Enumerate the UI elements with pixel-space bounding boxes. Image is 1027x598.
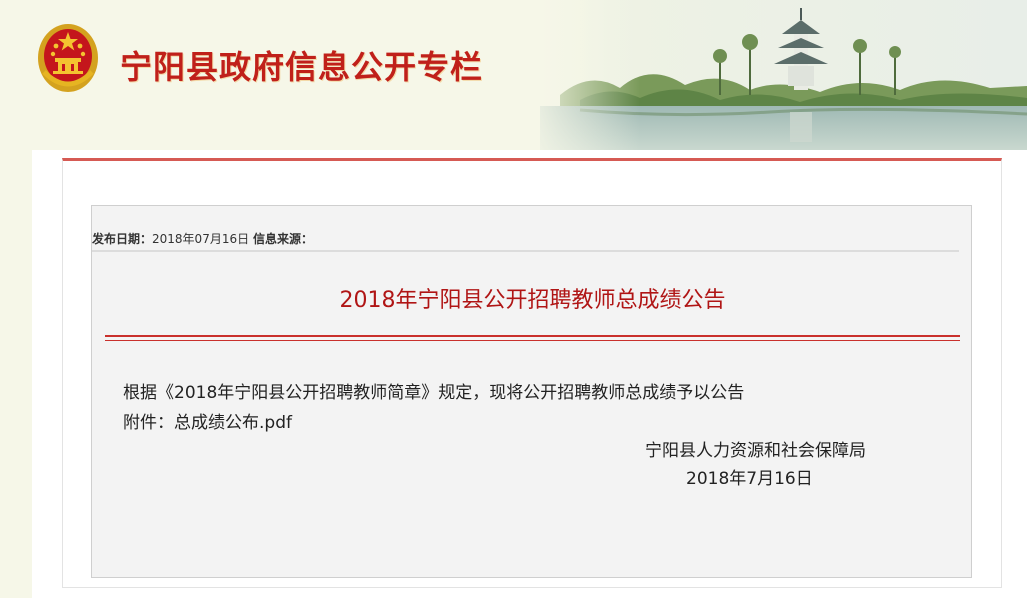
info-source-label: 信息来源：: [252, 232, 313, 246]
article-meta: 发布日期：2018年07月16日 信息来源：: [92, 230, 313, 247]
publish-date-label: 发布日期：: [92, 232, 153, 246]
article-body-paragraph: 根据《2018年宁阳县公开招聘教师简章》规定，现将公开招聘教师总成绩予以公告: [123, 383, 745, 403]
attachment-row: 附件：总成绩公布.pdf: [123, 408, 292, 433]
attachment-link[interactable]: 总成绩公布.pdf: [174, 413, 292, 433]
article-title: 2018年宁阳县公开招聘教师总成绩公告: [339, 288, 726, 313]
meta-divider: [92, 250, 959, 252]
signature-organization: 宁阳县人力资源和社会保障局: [645, 441, 866, 461]
header-banner: 宁阳县政府信息公开专栏: [0, 0, 1027, 150]
site-title: 宁阳县政府信息公开专栏: [120, 48, 484, 86]
attachment-label: 附件：: [123, 413, 174, 433]
article-box: 发布日期：2018年07月16日 信息来源： 2018年宁阳县公开招聘教师总成绩…: [91, 205, 972, 578]
signature-date: 2018年7月16日: [686, 469, 813, 489]
lake-scenery-image: [520, 0, 1027, 150]
title-divider-thin: [105, 340, 960, 341]
title-divider: [105, 335, 960, 337]
national-emblem-icon: [38, 24, 98, 92]
publish-date-value: 2018年07月16日: [152, 232, 250, 246]
